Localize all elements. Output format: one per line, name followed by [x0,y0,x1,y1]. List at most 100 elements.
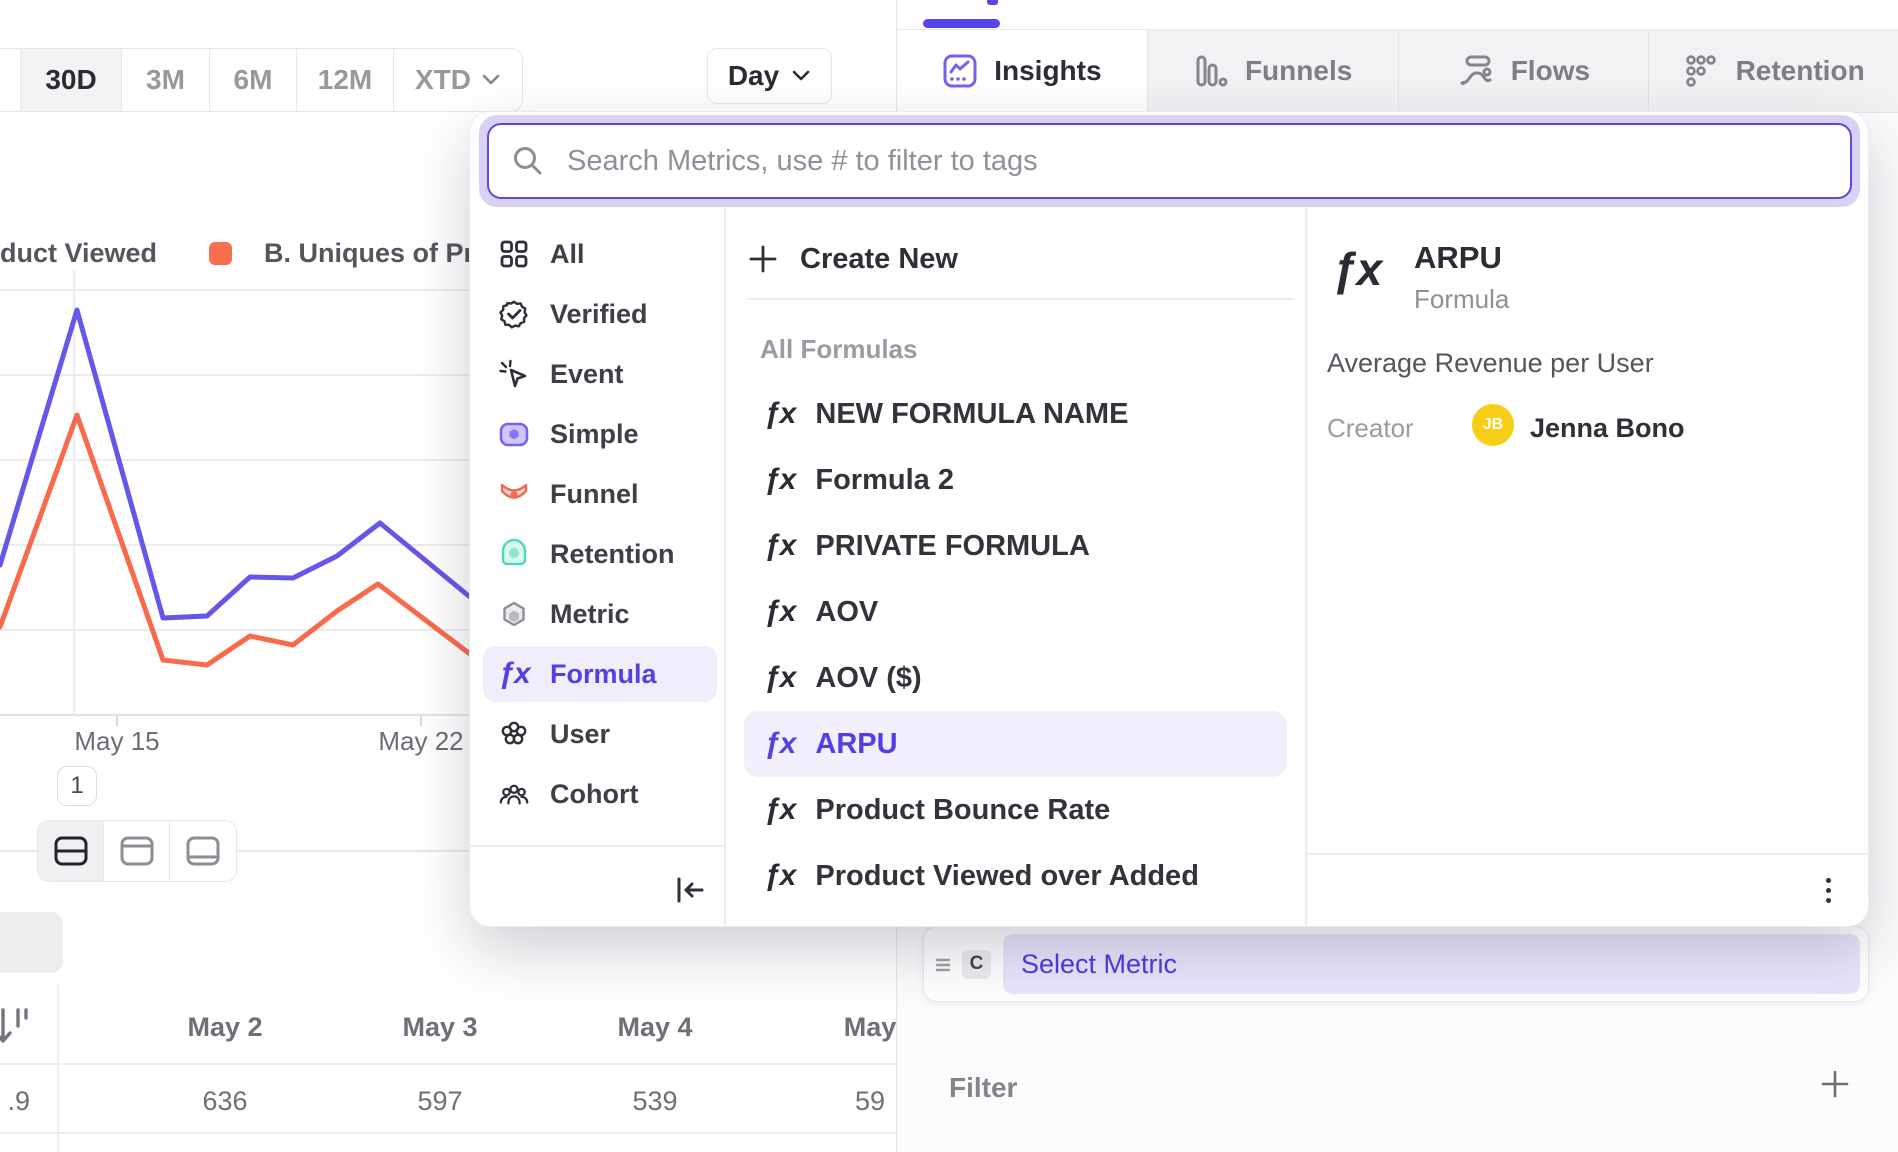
formula-item[interactable]: ƒx Product Bounce Rate [744,779,1287,841]
formula-item[interactable]: ƒx Product Viewed over Added [744,845,1287,907]
table-header-may4[interactable]: May 4 [580,1012,730,1043]
granularity-dropdown[interactable]: Day [707,48,832,104]
clause-letter-badge: C [962,950,991,979]
tab-insights[interactable]: Insights [897,30,1147,112]
category-label: Verified [550,299,648,330]
category-verified[interactable]: Verified [470,284,724,344]
metric-clause-card: C Select Metric [923,926,1869,1002]
tab-funnels[interactable]: Funnels [1147,30,1398,112]
funnel-icon [498,478,530,510]
search-placeholder: Search Metrics, use # to filter to tags [567,145,1038,178]
add-filter-button[interactable] [1819,1068,1851,1100]
table-column-divider [57,985,59,1152]
select-metric-button[interactable]: Select Metric [1003,934,1860,994]
legend-item-a[interactable]: duct Viewed [0,238,157,269]
drag-handle-icon[interactable] [934,954,952,974]
report-tabbar: Insights Funnels Flows [897,29,1898,113]
page-number-chip[interactable]: 1 [57,766,97,806]
fx-icon: ƒx [764,859,795,893]
create-new-label: Create New [800,243,958,276]
category-retention[interactable]: Retention [470,524,724,584]
formula-detail-title: ARPU [1414,240,1502,276]
category-metric[interactable]: Metric [470,584,724,644]
table-header-border [0,1063,896,1065]
search-input[interactable]: Search Metrics, use # to filter to tags [487,123,1852,199]
time-range-30d[interactable]: 30D [21,49,122,111]
panel-top-icon [119,835,155,867]
category-cohort[interactable]: Cohort [470,764,724,824]
tab-flows[interactable]: Flows [1398,30,1649,112]
category-divider [470,845,724,847]
sort-descending-icon[interactable] [0,1006,28,1046]
table-cell: 636 [150,1086,300,1117]
formula-item[interactable]: ƒx AOV ($) [744,647,1287,709]
cohort-people-icon [498,778,530,810]
insights-chart-icon [942,53,978,89]
fx-icon: ƒx [764,661,795,695]
time-range-control: 30D 3M 6M 12M XTD [0,48,523,112]
category-user[interactable]: User [470,704,724,764]
kebab-icon [1826,878,1831,883]
formula-item[interactable]: ƒx Formula 2 [744,449,1287,511]
flows-icon [1457,53,1495,89]
category-event[interactable]: Event [470,344,724,404]
formula-name: PRIVATE FORMULA [815,530,1089,563]
formula-fx-icon: ƒx [498,658,530,690]
tab-label: Flows [1511,55,1590,87]
metric-picker-modal: Search Metrics, use # to filter to tags … [470,112,1868,926]
creator-name: Jenna Bono [1530,413,1685,444]
formula-name: Product Viewed over Added [815,860,1199,893]
split-rows-icon [53,835,89,867]
fx-icon: ƒx [764,397,795,431]
retention-dots-icon [1684,53,1720,89]
formula-name: NEW FORMULA NAME [815,398,1128,431]
formula-item[interactable]: ƒx PRIVATE FORMULA [744,515,1287,577]
formula-item[interactable]: ƒx NEW FORMULA NAME [744,383,1287,445]
fx-icon: ƒx [764,727,795,761]
collapse-sidebar-button[interactable] [668,870,712,910]
time-range-xtd-label: XTD [415,64,471,96]
layout-panel-bottom-button[interactable] [170,821,236,881]
layout-panel-top-button[interactable] [104,821,170,881]
layout-split-rows-button[interactable] [38,821,104,881]
category-simple[interactable]: Simple [470,404,724,464]
time-range-stub[interactable] [0,49,21,111]
more-options-button[interactable] [1806,868,1850,912]
table-row-label: .9 [0,1086,30,1117]
formula-detail-type: Formula [1414,284,1509,315]
category-funnel[interactable]: Funnel [470,464,724,524]
chevron-down-icon [791,69,811,83]
category-label: Cohort [550,779,638,810]
time-range-12m[interactable]: 12M [297,49,394,111]
formula-name: AOV [815,596,878,629]
tab-retention[interactable]: Retention [1648,30,1898,112]
metric-hexagon-icon [498,598,530,630]
category-label: User [550,719,610,750]
category-formula[interactable]: ƒx Formula [470,644,724,704]
category-label: Simple [550,419,639,450]
detail-footer-divider [1305,853,1868,855]
formulas-section-title: All Formulas [760,334,917,365]
series-tab-chip[interactable] [0,912,63,973]
create-new-button[interactable]: Create New [748,234,1288,284]
creator-avatar: JB [1472,404,1514,446]
table-header-may2[interactable]: May 2 [150,1012,300,1043]
tab-indicator-strip [897,0,1898,29]
time-range-xtd[interactable]: XTD [394,49,522,111]
retention-cup-icon [498,538,530,570]
category-label: Event [550,359,624,390]
time-range-3m[interactable]: 3M [122,49,210,111]
legend-color-chip [209,242,232,265]
category-all[interactable]: All [470,224,724,284]
formula-item[interactable]: ƒx AOV [744,581,1287,643]
table-header-may3[interactable]: May 3 [365,1012,515,1043]
formula-item-selected[interactable]: ƒx ARPU [744,711,1287,777]
time-range-6m[interactable]: 6M [210,49,297,111]
plus-icon [748,244,778,274]
table-row-border [0,1132,896,1134]
category-label: Metric [550,599,630,630]
tab-label: Funnels [1245,55,1352,87]
granularity-value: Day [728,60,779,92]
formula-detail-fx-icon: ƒx [1332,242,1402,296]
formula-name: ARPU [815,728,897,761]
